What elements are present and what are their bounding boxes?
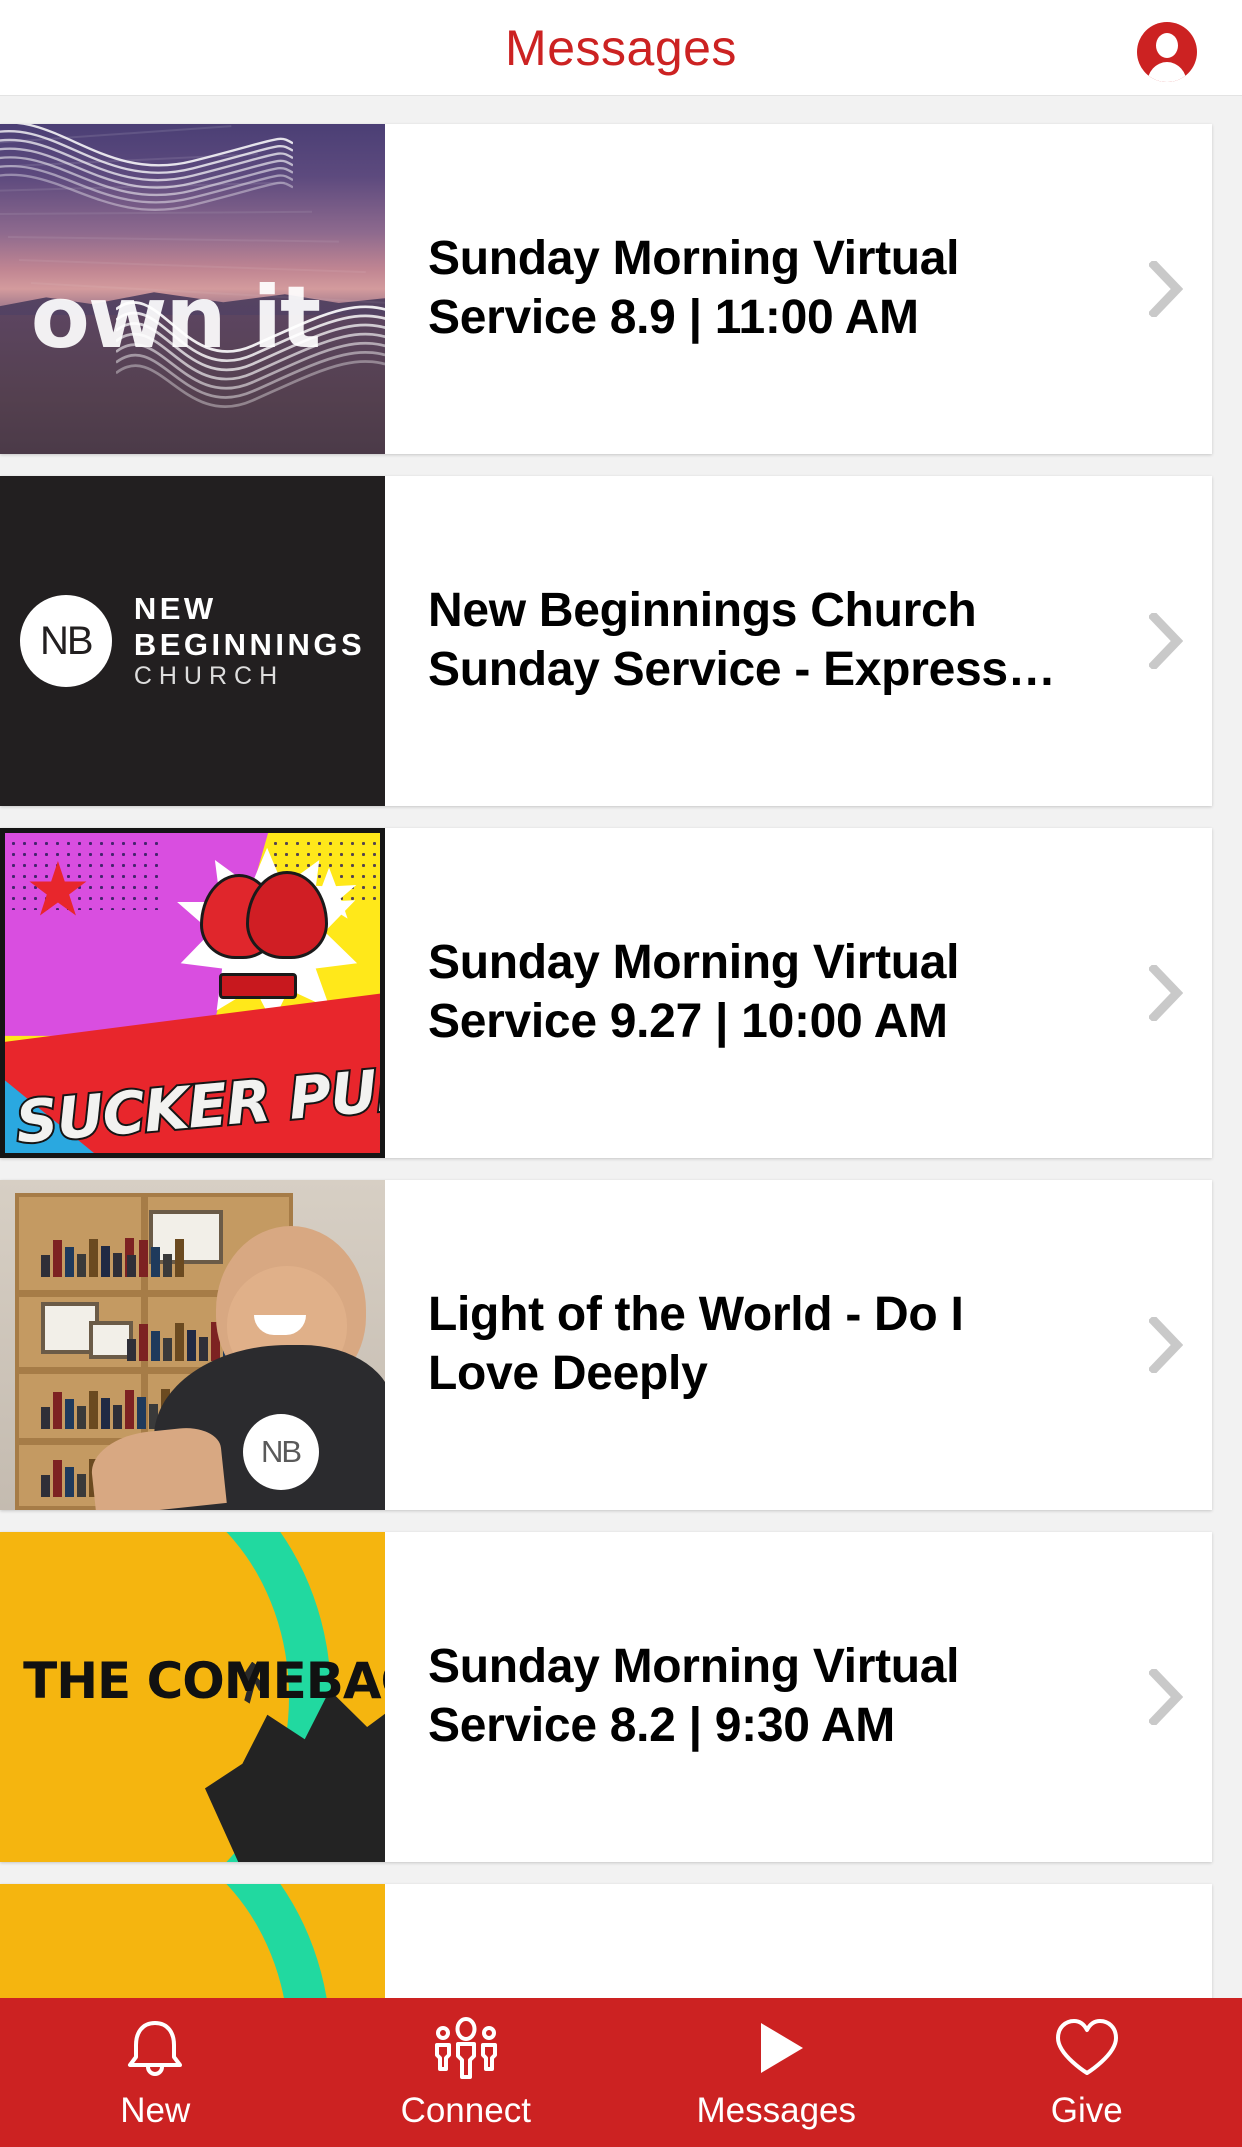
comic-frame <box>0 828 385 1158</box>
message-thumbnail[interactable]: own it <box>0 124 385 454</box>
people-icon[interactable] <box>431 2017 501 2079</box>
message-thumbnail[interactable]: THE COMEBACK <box>0 1884 385 1998</box>
thumbnail-art-own-it: own it <box>0 124 385 454</box>
thumbnail-caption: own it <box>30 268 321 369</box>
profile-avatar[interactable] <box>1137 22 1197 82</box>
chevron-right-icon <box>1149 613 1183 669</box>
thumbnail-art-comeback: THE COMEBACK <box>0 1532 385 1862</box>
message-title-wrap: Sunday Morning Virtual Service 9.27 | 10… <box>385 828 1120 1158</box>
disclosure-chevron[interactable] <box>1120 828 1212 1158</box>
chevron-right-icon <box>1149 261 1183 317</box>
bottom-tab-bar[interactable]: New Connect Messages Give <box>0 1998 1242 2147</box>
nb-line-3: CHURCH <box>133 662 285 691</box>
message-list-item[interactable]: SUCKER PUNCH !! Sunday Morning Virtual S… <box>0 828 1212 1158</box>
nb-watermark-icon: NB <box>242 1414 319 1491</box>
people-icon <box>434 2017 497 2079</box>
message-title-wrap: Sunday Morning Virtual Service 8.2 | 9:3… <box>385 1532 1120 1862</box>
message-title: Sunday Morning Virtual Service 8.9 | 11:… <box>428 232 960 344</box>
message-list-item[interactable]: NB Light of the World - Do I Love Deeply <box>0 1180 1212 1510</box>
tab-label: Messages <box>696 2091 857 2130</box>
avatar-body-shape <box>1147 62 1187 82</box>
tab-connect[interactable]: Connect <box>311 1998 622 2147</box>
nb-monogram-icon: NB <box>19 595 112 687</box>
tab-messages[interactable]: Messages <box>621 1998 932 2147</box>
chevron-right-icon <box>1149 965 1183 1021</box>
nb-wordmark: NEW BEGINNINGS CHURCH <box>134 591 365 692</box>
chevron-right-icon <box>1149 1669 1183 1725</box>
tab-new[interactable]: New <box>0 1998 311 2147</box>
message-list-item[interactable]: own it Sunday Morning Virtual Service 8.… <box>0 124 1212 454</box>
tab-label: Give <box>1050 2091 1123 2130</box>
thumbnail-caption: THE COMEBACK <box>23 1651 385 1710</box>
thumbnail-art-bookshelf: NB <box>0 1180 385 1510</box>
page-title: Messages <box>505 19 737 76</box>
message-title: Light of the World - Do I Love Deeply <box>428 1288 964 1400</box>
message-thumbnail[interactable]: SUCKER PUNCH !! <box>0 828 385 1158</box>
books-group <box>127 1237 185 1278</box>
nb-line-2: BEGINNINGS <box>133 626 366 662</box>
disclosure-chevron[interactable] <box>1120 124 1212 454</box>
message-list-item[interactable]: THE COMEBACK Sunday Morning Virtual Serv… <box>0 1884 1212 1998</box>
bell-icon <box>128 2021 183 2076</box>
app-header: Messages <box>0 0 1242 96</box>
books-group <box>40 1237 134 1278</box>
disclosure-chevron[interactable] <box>1120 1884 1212 1998</box>
disclosure-chevron[interactable] <box>1120 1532 1212 1862</box>
message-title: Sunday Morning Virtual Service 8.2 | 11:… <box>428 1990 1080 1998</box>
play-icon[interactable] <box>741 2017 811 2079</box>
heart-icon[interactable] <box>1052 2017 1122 2079</box>
nb-line-1: NEW <box>133 590 217 626</box>
message-list[interactable]: own it Sunday Morning Virtual Service 8.… <box>0 97 1242 1998</box>
tab-label: Connect <box>400 2091 531 2130</box>
thumbnail-art-comeback: THE COMEBACK <box>0 1884 385 1998</box>
app-screen: Messages own it Sunday Morning Virtual S… <box>0 0 1242 2147</box>
disclosure-chevron[interactable] <box>1120 476 1212 806</box>
message-list-item[interactable]: THE COMEBACK Sunday Morning Virtual Serv… <box>0 1532 1212 1862</box>
message-list-item[interactable]: NB NEW BEGINNINGS CHURCH New Beginnings … <box>0 476 1212 806</box>
message-title: Sunday Morning Virtual Service 9.27 | 10… <box>428 936 960 1048</box>
message-title-wrap: Sunday Morning Virtual Service 8.2 | 11:… <box>385 1884 1120 1998</box>
message-title-wrap: New Beginnings Church Sunday Service - E… <box>385 476 1120 806</box>
message-title-wrap: Light of the World - Do I Love Deeply <box>385 1180 1120 1510</box>
message-thumbnail[interactable]: NB <box>0 1180 385 1510</box>
tab-label: New <box>120 2091 191 2130</box>
play-icon <box>761 2023 804 2073</box>
message-thumbnail[interactable]: THE COMEBACK <box>0 1532 385 1862</box>
tab-give[interactable]: Give <box>932 1998 1242 2147</box>
chevron-right-icon <box>1149 1317 1183 1373</box>
message-title-wrap: Sunday Morning Virtual Service 8.9 | 11:… <box>385 124 1120 454</box>
message-thumbnail[interactable]: NB NEW BEGINNINGS CHURCH <box>0 476 385 806</box>
heart-icon <box>1055 2019 1118 2075</box>
disclosure-chevron[interactable] <box>1120 1180 1212 1510</box>
message-title: Sunday Morning Virtual Service 8.2 | 9:3… <box>428 1640 960 1752</box>
thumbnail-art-nb-logo: NB NEW BEGINNINGS CHURCH <box>0 476 385 806</box>
avatar-head-shape <box>1156 33 1178 58</box>
bell-icon[interactable] <box>122 2017 188 2079</box>
message-title: New Beginnings Church Sunday Service - E… <box>428 584 1056 696</box>
thumbnail-art-sucker-punch: SUCKER PUNCH !! <box>0 828 385 1158</box>
